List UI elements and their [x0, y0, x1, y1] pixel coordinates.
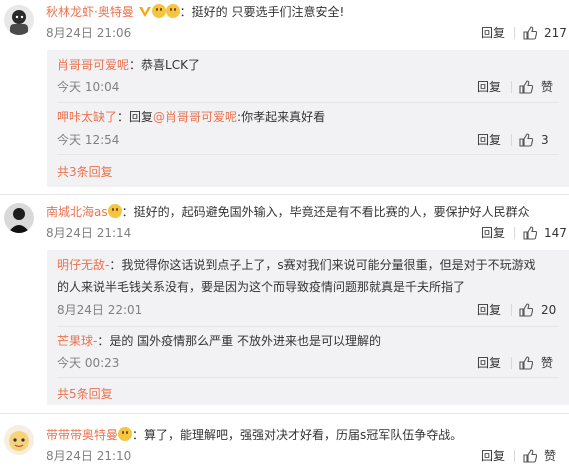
- comment-3: 带带带奥特曼 ：算了，能理解吧，强强对决才好看，历届s冠军队伍争夺战。 8月24日…: [0, 418, 569, 470]
- reply-time: 8月24日 22:01: [57, 303, 143, 317]
- thumbs-up-icon[interactable]: [523, 226, 537, 240]
- like-button[interactable]: 赞: [541, 79, 553, 95]
- expand-replies-link[interactable]: 共5条回复: [57, 386, 113, 402]
- divider: [57, 102, 559, 103]
- reply-button[interactable]: 回复: [477, 302, 501, 318]
- reply-item: 明仔无敌-：我觉得你这话说到点子上了，s赛对我们来说可能分量很重，但是对于不玩游…: [57, 257, 536, 273]
- reply-time: 今天 12:54: [57, 133, 120, 147]
- divider: [514, 27, 515, 39]
- divider: [514, 450, 515, 462]
- reply-text: ：恭喜LCK了: [129, 58, 200, 72]
- reply-username[interactable]: 呷咔太缺了: [57, 110, 117, 124]
- avatar[interactable]: [4, 203, 34, 233]
- comment-time: 8月24日 21:14: [46, 226, 132, 240]
- divider: [57, 154, 559, 155]
- reply-time: 今天 10:04: [57, 80, 120, 94]
- like-button[interactable]: 赞: [544, 448, 556, 464]
- like-count[interactable]: 20: [541, 302, 556, 318]
- reply-box: 肖哥哥可爱呢：恭喜LCK了 今天 10:04 回复 赞 呷咔太缺了：回复@肖哥哥…: [47, 50, 569, 187]
- reply-username[interactable]: 芒果球-: [57, 334, 97, 348]
- comment-text: ：挺好的 只要选手们注意安全!: [179, 5, 345, 19]
- reply-button[interactable]: 回复: [477, 79, 501, 95]
- divider: [0, 413, 569, 414]
- comment-text: ：算了，能理解吧，强强对决才好看，历届s冠军队伍争夺战。: [132, 428, 463, 442]
- divider: [511, 357, 512, 369]
- fan-emoji-icon: [107, 204, 122, 218]
- fan-emoji-icon: [151, 4, 166, 18]
- reply-text: :你孝起来真好看: [237, 110, 326, 124]
- username[interactable]: 秋林龙虾·奥特曼: [46, 5, 134, 19]
- comment-time: 8月24日 21:06: [46, 26, 132, 40]
- like-count[interactable]: 147: [544, 225, 567, 241]
- thumbs-up-icon[interactable]: [519, 80, 533, 94]
- divider: [57, 377, 559, 378]
- reply-button[interactable]: 回复: [481, 25, 505, 41]
- divider: [514, 227, 515, 239]
- thumbs-up-icon[interactable]: [523, 26, 537, 40]
- fan-emoji-icon: [165, 4, 180, 18]
- divider: [511, 134, 512, 146]
- like-button[interactable]: 赞: [541, 355, 553, 371]
- avatar[interactable]: [4, 5, 34, 35]
- vip-badge-icon: [138, 6, 152, 22]
- reply-text: ：是的 国外疫情那么严重 不放外进来也是可以理解的: [97, 334, 381, 348]
- reply-text: 的人来说半毛钱关系没有，要是因为这个而导致疫情问题那就真是千夫所指了: [57, 280, 466, 294]
- username[interactable]: 南城北海as: [46, 205, 108, 219]
- comment-1: 秋林龙虾·奥特曼 ：挺好的 只要选手们注意安全! 8月24日 21:06 回复 …: [0, 0, 569, 187]
- comment-text: ：挺好的，起码避免国外输入，毕竟还是有不看比赛的人，要保护好人民群众: [121, 205, 530, 219]
- divider: [511, 81, 512, 93]
- comment-2: 南城北海as ：挺好的，起码避免国外输入，毕竟还是有不看比赛的人，要保护好人民群众…: [0, 200, 569, 405]
- divider: [511, 304, 512, 316]
- reply-username[interactable]: 肖哥哥可爱呢: [57, 58, 129, 72]
- reply-button[interactable]: 回复: [481, 225, 505, 241]
- comment-time: 8月24日 21:10: [46, 449, 132, 463]
- divider: [57, 326, 559, 327]
- avatar[interactable]: [4, 425, 34, 455]
- mention-link[interactable]: @肖哥哥可爱呢: [153, 110, 237, 124]
- reply-item: 呷咔太缺了：回复@肖哥哥可爱呢:你孝起来真好看: [57, 109, 325, 125]
- reply-time: 今天 00:23: [57, 356, 120, 370]
- reply-box: 明仔无敌-：我觉得你这话说到点子上了，s赛对我们来说可能分量很重，但是对于不玩游…: [47, 250, 569, 405]
- thumbs-up-icon[interactable]: [523, 449, 537, 463]
- reply-text: ：我觉得你这话说到点子上了，s赛对我们来说可能分量很重，但是对于不玩游戏: [109, 258, 536, 272]
- reply-button[interactable]: 回复: [481, 448, 505, 464]
- username[interactable]: 带带带奥特曼: [46, 428, 118, 442]
- reply-button[interactable]: 回复: [477, 355, 501, 371]
- like-count[interactable]: 3: [541, 132, 549, 148]
- reply-button[interactable]: 回复: [477, 132, 501, 148]
- expand-replies-link[interactable]: 共3条回复: [57, 164, 113, 180]
- reply-item: 芒果球-：是的 国外疫情那么严重 不放外进来也是可以理解的: [57, 333, 381, 349]
- thumbs-up-icon[interactable]: [519, 133, 533, 147]
- divider: [0, 194, 569, 195]
- thumbs-up-icon[interactable]: [519, 356, 533, 370]
- like-count[interactable]: 217: [544, 25, 567, 41]
- reply-username[interactable]: 明仔无敌-: [57, 258, 109, 272]
- thumbs-up-icon[interactable]: [519, 303, 533, 317]
- fan-emoji-icon: [118, 427, 133, 441]
- reply-text: ：回复: [117, 110, 154, 124]
